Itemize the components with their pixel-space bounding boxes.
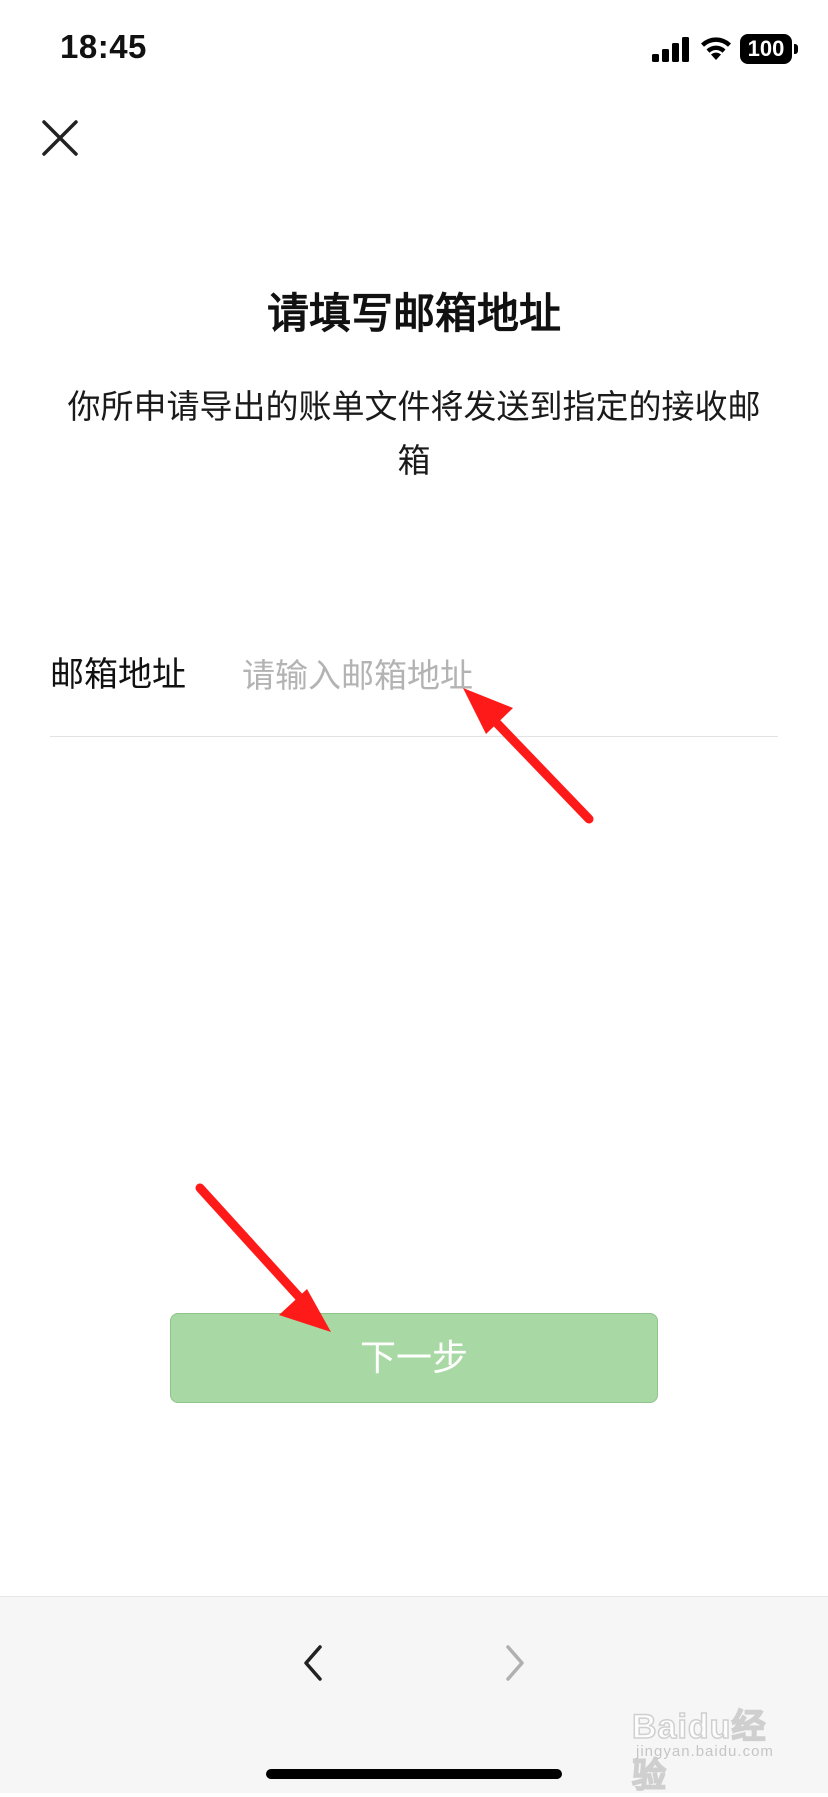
chevron-left-icon[interactable] [296, 1641, 332, 1685]
status-bar: 18:45 100 [0, 0, 828, 100]
email-input[interactable] [230, 640, 782, 710]
status-time: 18:45 [60, 28, 147, 65]
battery-cap [794, 44, 798, 54]
bottom-toolbar: Baidu经验 jingyan.baidu.com [0, 1596, 828, 1796]
next-button[interactable]: 下一步 [170, 1313, 658, 1403]
watermark: Baidu经验 jingyan.baidu.com [631, 1699, 792, 1796]
email-form-row: 邮箱地址 [50, 640, 782, 737]
watermark-url: jingyan.baidu.com [636, 1743, 774, 1760]
page-title: 请填写邮箱地址 [266, 289, 561, 338]
page-description: 你所申请导出的账单文件将发送到指定的接收邮箱 [67, 387, 761, 480]
wifi-icon [701, 37, 731, 60]
battery-icon: 100 [740, 34, 798, 64]
annotation-arrow-button [195, 1183, 331, 1332]
chevron-right-icon[interactable] [496, 1641, 532, 1685]
home-indicator[interactable] [266, 1769, 562, 1779]
battery-level: 100 [740, 34, 792, 64]
annotation-layer [195, 688, 594, 1332]
email-label: 邮箱地址 [50, 655, 186, 695]
close-button[interactable] [36, 114, 84, 162]
signal-icon [652, 37, 689, 62]
close-icon [42, 120, 78, 156]
